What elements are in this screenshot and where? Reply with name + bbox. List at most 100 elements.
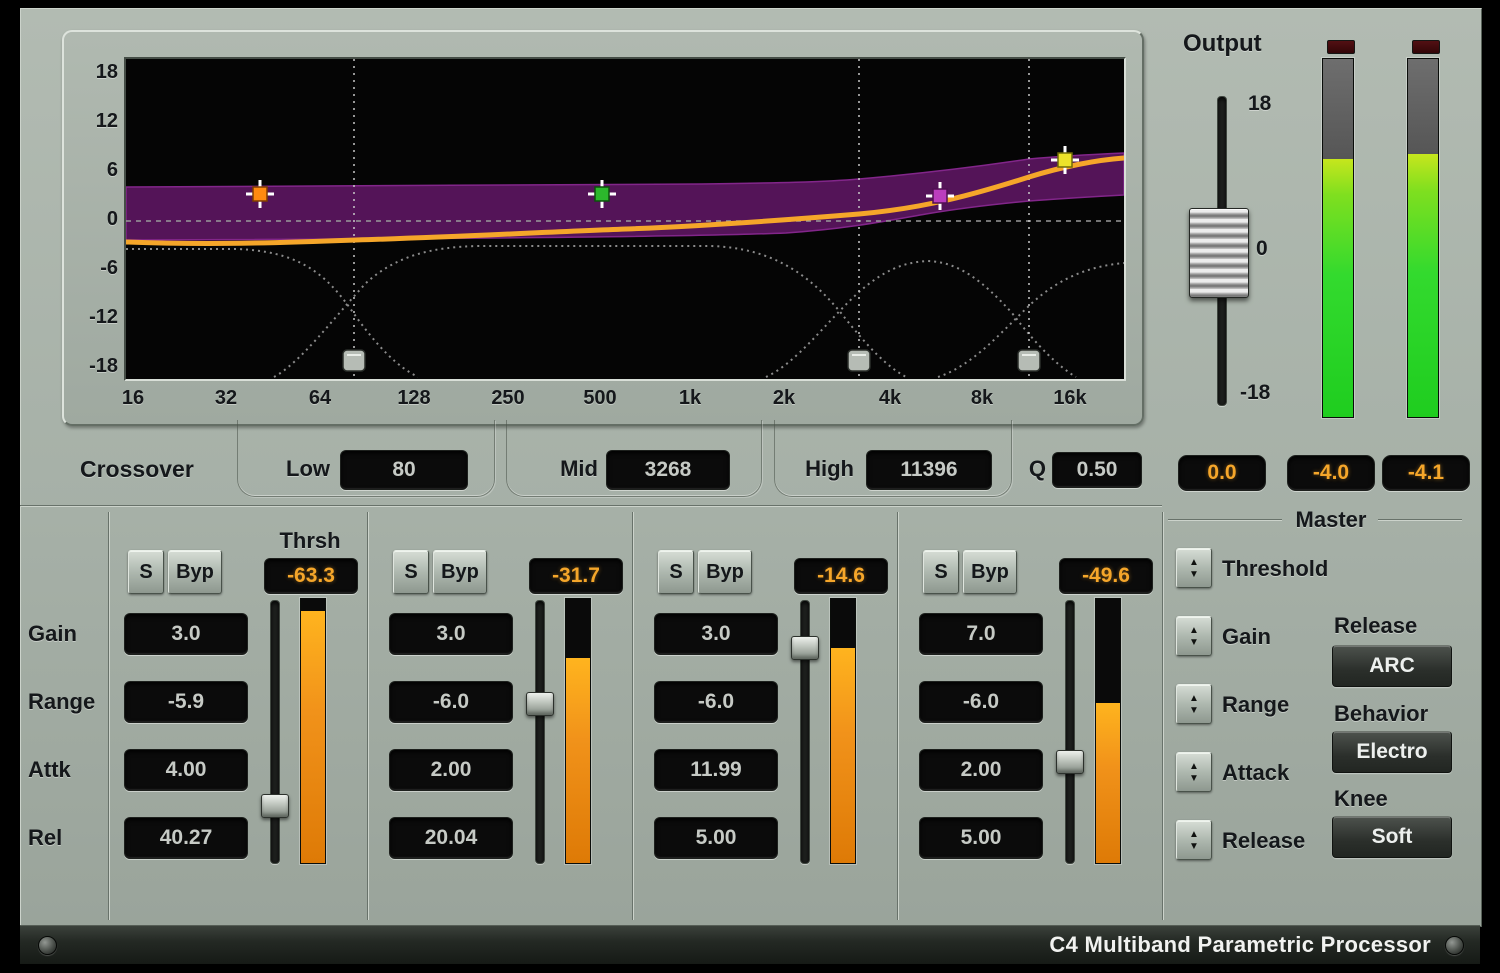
band1-gain-meter [300,598,326,864]
band1-bypass-button[interactable]: Byp [168,550,222,594]
master-threshold-stepper[interactable]: ▲ ▼ [1176,548,1212,588]
x-tick-250: 250 [468,387,548,410]
master-section-label: Master [1286,507,1376,533]
band4-bypass-button[interactable]: Byp [963,550,1017,594]
band3-solo-button[interactable]: S [658,550,694,594]
y-tick-18: 18 [72,61,118,87]
y-tick-0: 0 [72,208,118,234]
band4-release-value[interactable]: 5.00 [919,817,1043,859]
master-attack-stepper[interactable]: ▲ ▼ [1176,752,1212,792]
band2-attack-value[interactable]: 2.00 [389,749,513,791]
master-gain-stepper[interactable]: ▲ ▼ [1176,616,1212,656]
band4-threshold-slider[interactable] [1065,600,1075,864]
band3-release-value[interactable]: 5.00 [654,817,778,859]
labels-divider [108,512,110,920]
right-peak-readout[interactable]: -4.1 [1382,455,1470,491]
frequency-response-plot[interactable] [126,59,1124,379]
low-crossover-value[interactable]: 80 [340,450,468,490]
right-output-meter [1407,58,1439,418]
band-strip-3: S Byp -14.6 3.0 -6.0 11.99 5.00 [642,520,894,880]
high-crossover-handle[interactable] [1018,350,1040,371]
output-fader-handle[interactable] [1189,208,1249,298]
y-tick-m18: -18 [72,355,118,381]
band2-bypass-button[interactable]: Byp [433,550,487,594]
output-scale-top: 18 [1248,92,1290,116]
band3-gain-value[interactable]: 3.0 [654,613,778,655]
band2-gain-meter [565,598,591,864]
right-clip-led[interactable] [1412,40,1440,54]
left-clip-led[interactable] [1327,40,1355,54]
master-range-stepper[interactable]: ▲ ▼ [1176,684,1212,724]
y-tick-6: 6 [72,159,118,185]
plugin-window: 18 12 6 0 -6 -12 -18 [0,0,1500,973]
band1-range-value[interactable]: -5.9 [124,681,248,723]
master-section: Master ▲ ▼ Threshold ▲ ▼ Gain ▲ ▼ Range … [1166,505,1466,885]
band-strip-2: S Byp -31.7 3.0 -6.0 2.00 20.04 [377,520,629,880]
master-release-label: Release [1222,828,1332,854]
x-tick-16: 16 [93,387,173,410]
x-tick-2k: 2k [744,387,824,410]
band3-range-value[interactable]: -6.0 [654,681,778,723]
band4-threshold-readout[interactable]: -49.6 [1059,558,1153,594]
mid-crossover-handle[interactable] [848,350,870,371]
behavior-button[interactable]: Electro [1332,731,1452,773]
band3-threshold-readout[interactable]: -14.6 [794,558,888,594]
left-screw-icon [38,936,57,955]
band3-threshold-handle[interactable] [791,636,819,660]
crossover-section-label: Crossover [80,456,240,483]
q-value[interactable]: 0.50 [1052,452,1142,488]
band3-attack-value[interactable]: 11.99 [654,749,778,791]
x-tick-32: 32 [186,387,266,410]
band4-threshold-handle[interactable] [1056,750,1084,774]
right-screw-icon [1445,936,1464,955]
band2-threshold-handle[interactable] [526,692,554,716]
band2-3-divider [632,512,634,920]
mid-crossover-label: Mid [540,456,598,482]
master-divider [1162,512,1164,920]
release-mode-button[interactable]: ARC [1332,645,1452,687]
low-crossover-handle[interactable] [343,350,365,371]
high-crossover-value[interactable]: 11396 [866,450,992,490]
band3-gain-meter [830,598,856,864]
release-row-label: Rel [28,825,106,851]
stepper-down-icon: ▼ [1189,705,1199,716]
master-attack-label: Attack [1222,760,1332,786]
band2-threshold-readout[interactable]: -31.7 [529,558,623,594]
output-scale-mid: 0 [1256,237,1286,261]
band4-gain-value[interactable]: 7.0 [919,613,1043,655]
stepper-down-icon: ▼ [1189,637,1199,648]
band2-threshold-slider[interactable] [535,600,545,864]
knee-button[interactable]: Soft [1332,816,1452,858]
band4-range-value[interactable]: -6.0 [919,681,1043,723]
master-threshold-label: Threshold [1222,556,1352,582]
band1-solo-button[interactable]: S [128,550,164,594]
band-strip-4: S Byp -49.6 7.0 -6.0 2.00 5.00 [907,520,1159,880]
band2-gain-value[interactable]: 3.0 [389,613,513,655]
output-scale-bottom: -18 [1240,381,1288,405]
left-peak-readout[interactable]: -4.0 [1287,455,1375,491]
band1-threshold-slider[interactable] [270,600,280,864]
band3-bypass-button[interactable]: Byp [698,550,752,594]
band2-release-value[interactable]: 20.04 [389,817,513,859]
band2-solo-button[interactable]: S [393,550,429,594]
stepper-up-icon: ▲ [1189,557,1199,568]
x-tick-1k: 1k [650,387,730,410]
band1-attack-value[interactable]: 4.00 [124,749,248,791]
spectrum-graph-panel: 18 12 6 0 -6 -12 -18 [62,30,1144,426]
master-release-stepper[interactable]: ▲ ▼ [1176,820,1212,860]
output-gain-readout[interactable]: 0.0 [1178,455,1266,491]
title-bar: C4 Multiband Parametric Processor [20,925,1480,964]
band4-attack-value[interactable]: 2.00 [919,749,1043,791]
mid-crossover-value[interactable]: 3268 [606,450,730,490]
band1-threshold-readout[interactable]: -63.3 [264,558,358,594]
y-tick-12: 12 [72,110,118,136]
stepper-up-icon: ▲ [1189,829,1199,840]
band2-range-value[interactable]: -6.0 [389,681,513,723]
x-tick-500: 500 [560,387,640,410]
band-strip-1: S Byp -63.3 3.0 -5.9 4.00 40.27 [112,520,364,880]
band1-release-value[interactable]: 40.27 [124,817,248,859]
band1-threshold-handle[interactable] [261,794,289,818]
x-tick-16k: 16k [1030,387,1110,410]
band4-solo-button[interactable]: S [923,550,959,594]
band1-gain-value[interactable]: 3.0 [124,613,248,655]
